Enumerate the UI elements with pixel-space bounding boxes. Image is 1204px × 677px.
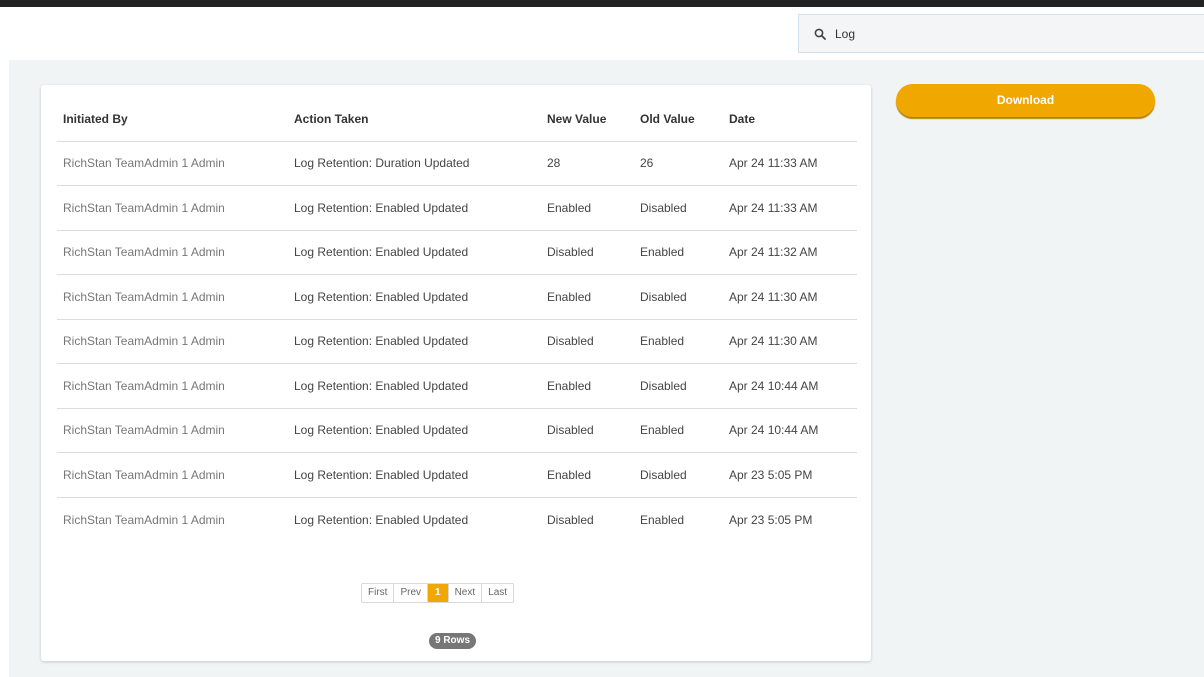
search-input[interactable] bbox=[835, 26, 1195, 41]
cell-action-taken: Log Retention: Enabled Updated bbox=[288, 319, 541, 364]
cell-initiated-by: RichStan TeamAdmin 1 Admin bbox=[57, 452, 288, 498]
cell-old-value: Disabled bbox=[634, 274, 723, 320]
search-icon bbox=[813, 27, 827, 41]
cell-date: Apr 24 11:32 AM bbox=[723, 230, 857, 275]
table-row[interactable]: RichStan TeamAdmin 1 Admin Log Retention:… bbox=[57, 363, 857, 409]
cell-new-value: Disabled bbox=[547, 512, 594, 527]
cell-new-value: Enabled bbox=[541, 363, 634, 409]
cell-new-value: Disabled bbox=[541, 230, 634, 275]
top-border bbox=[0, 0, 1204, 7]
pagination-last[interactable]: Last bbox=[482, 584, 513, 602]
table-row[interactable]: RichStan TeamAdmin 1 Admin Log Retention:… bbox=[57, 185, 857, 231]
cell-initiated-by: RichStan TeamAdmin 1 Admin bbox=[57, 408, 288, 453]
cell-old-value: Enabled bbox=[634, 319, 723, 364]
cell-date: Apr 24 11:30 AM bbox=[723, 274, 857, 320]
table-row[interactable]: RichStan TeamAdmin 1 Admin Log Retention:… bbox=[57, 274, 857, 320]
header-new-value[interactable]: New Value bbox=[541, 97, 634, 142]
header-old-value[interactable]: Old Value bbox=[634, 97, 723, 142]
cell-date: Apr 23 5:05 PM bbox=[723, 452, 857, 498]
table-body: RichStan TeamAdmin 1 Admin Log Retention:… bbox=[57, 141, 857, 542]
cell-date: Apr 24 10:44 AM bbox=[723, 363, 857, 409]
cell-initiated-by: RichStan TeamAdmin 1 Admin bbox=[57, 274, 288, 320]
table-row[interactable]: RichStan TeamAdmin 1 Admin Log Retention:… bbox=[57, 141, 857, 186]
cell-action-taken: Log Retention: Enabled Updated bbox=[288, 230, 541, 275]
cell-action-taken: Log Retention: Enabled Updated bbox=[288, 274, 541, 320]
cell-old-value: Disabled bbox=[634, 363, 723, 409]
cell-initiated-by: RichStan TeamAdmin 1 Admin bbox=[57, 185, 288, 231]
pagination-next[interactable]: Next bbox=[449, 584, 483, 602]
cell-action-taken: Log Retention: Enabled Updated bbox=[288, 363, 541, 409]
cell-date: Apr 24 10:44 AM bbox=[723, 408, 857, 453]
cell-action-taken: Log Retention: Enabled Updated bbox=[288, 408, 541, 453]
table-row[interactable]: RichStan TeamAdmin 1 Admin Log Retention:… bbox=[57, 497, 857, 542]
table-row[interactable]: RichStan TeamAdmin 1 Admin Log Retention:… bbox=[57, 319, 857, 364]
header-action-taken[interactable]: Action Taken bbox=[288, 97, 541, 142]
cell-old-value: 26 bbox=[634, 141, 723, 186]
download-button[interactable]: Download bbox=[896, 84, 1155, 117]
cell-date: Apr 24 11:30 AM bbox=[723, 319, 857, 364]
cell-old-value: Enabled bbox=[634, 408, 723, 453]
cell-action-taken: Log Retention: Enabled Updated bbox=[288, 452, 541, 498]
cell-initiated-by: RichStan TeamAdmin 1 Admin bbox=[57, 230, 288, 275]
pagination: First Prev 1 Next Last bbox=[361, 583, 515, 603]
cell-new-value: Enabled bbox=[541, 452, 634, 498]
cell-date: Apr 23 5:05 PM bbox=[729, 512, 813, 527]
cell-new-value: Enabled bbox=[541, 274, 634, 320]
table-header-row: Initiated By Action Taken New Value Old … bbox=[57, 97, 857, 142]
table-row[interactable]: RichStan TeamAdmin 1 Admin Log Retention:… bbox=[57, 452, 857, 498]
cell-old-value: Enabled bbox=[634, 230, 723, 275]
cell-action-taken: Log Retention: Enabled Updated bbox=[288, 185, 541, 231]
pagination-prev[interactable]: Prev bbox=[394, 584, 429, 602]
cell-action-taken: Log Retention: Enabled Updated bbox=[294, 512, 469, 527]
header-date[interactable]: Date bbox=[723, 97, 857, 142]
table-row[interactable]: RichStan TeamAdmin 1 Admin Log Retention:… bbox=[57, 408, 857, 453]
cell-initiated-by: RichStan TeamAdmin 1 Admin bbox=[63, 512, 225, 527]
cell-new-value: 28 bbox=[541, 141, 634, 186]
cell-date: Apr 24 11:33 AM bbox=[723, 185, 857, 231]
cell-initiated-by: RichStan TeamAdmin 1 Admin bbox=[57, 363, 288, 409]
pagination-current-page[interactable]: 1 bbox=[428, 584, 449, 602]
search-box[interactable] bbox=[798, 14, 1204, 53]
cell-new-value: Enabled bbox=[541, 185, 634, 231]
cell-old-value: Disabled bbox=[634, 452, 723, 498]
pagination-first[interactable]: First bbox=[362, 584, 395, 602]
audit-log-card: Initiated By Action Taken New Value Old … bbox=[41, 85, 871, 661]
audit-log-table: Initiated By Action Taken New Value Old … bbox=[57, 97, 857, 542]
cell-date: Apr 24 11:33 AM bbox=[723, 141, 857, 186]
cell-initiated-by: RichStan TeamAdmin 1 Admin bbox=[57, 141, 288, 186]
header-initiated-by[interactable]: Initiated By bbox=[57, 97, 288, 142]
table-row[interactable]: RichStan TeamAdmin 1 Admin Log Retention:… bbox=[57, 230, 857, 275]
cell-old-value: Disabled bbox=[634, 185, 723, 231]
cell-old-value: Enabled bbox=[640, 512, 685, 527]
cell-new-value: Disabled bbox=[541, 319, 634, 364]
rows-count-badge: 9 Rows bbox=[429, 633, 477, 649]
cell-initiated-by: RichStan TeamAdmin 1 Admin bbox=[57, 319, 288, 364]
cell-action-taken: Log Retention: Duration Updated bbox=[288, 141, 541, 186]
cell-new-value: Disabled bbox=[541, 408, 634, 453]
